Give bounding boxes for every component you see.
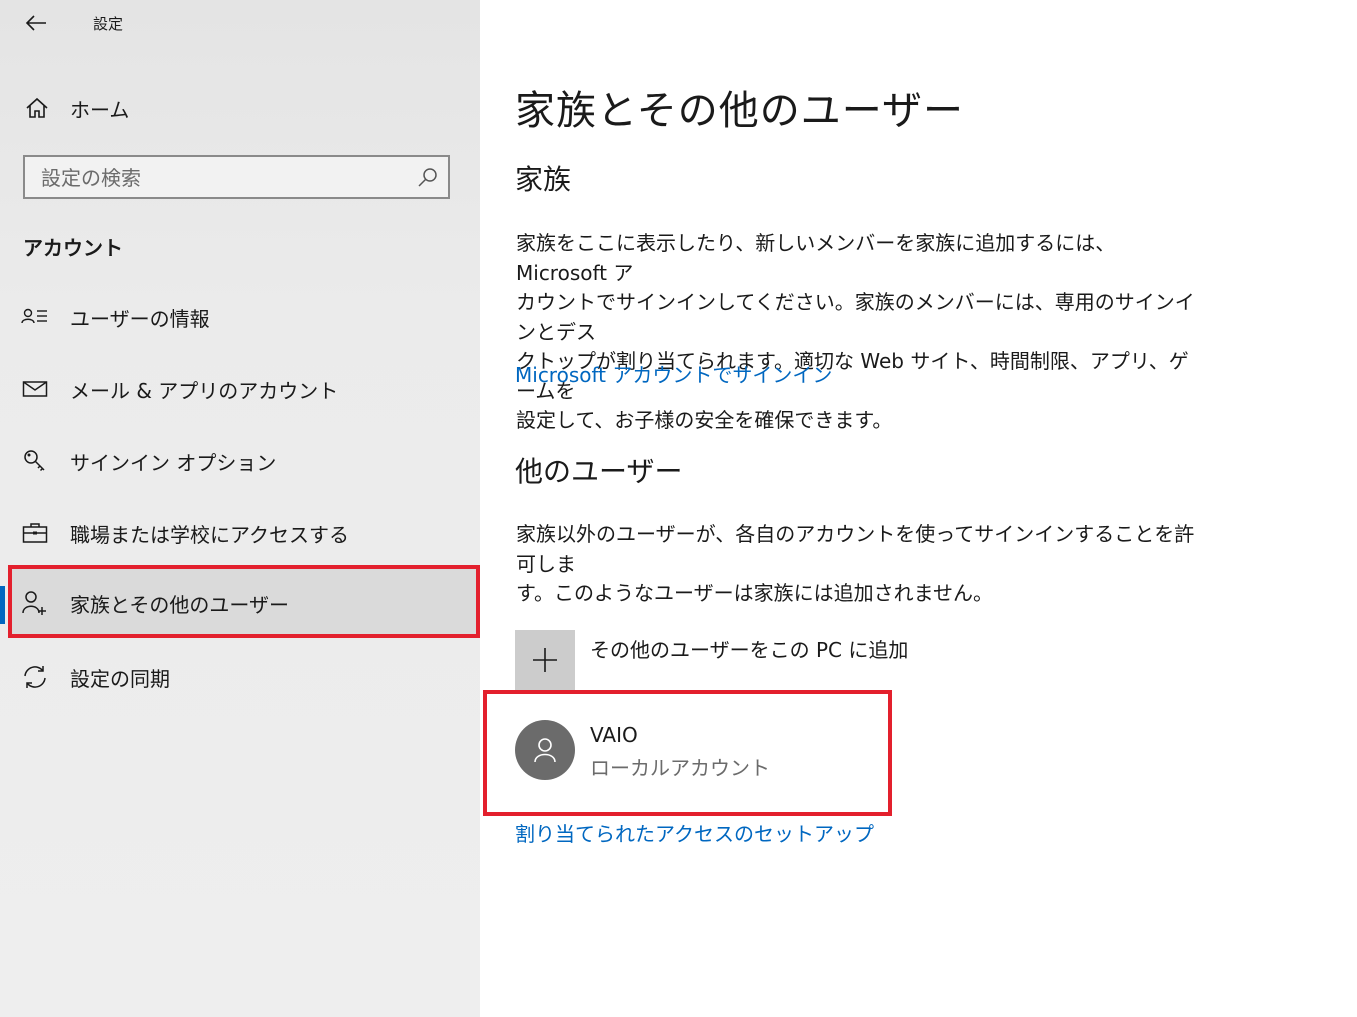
sidebar-item-label: 設定の同期 (70, 666, 170, 691)
back-button[interactable] (20, 8, 52, 38)
home-label: ホーム (70, 97, 130, 122)
sidebar-item-work-school[interactable]: 職場または学校にアクセスする (8, 499, 480, 567)
family-description-line: 設定して、お子様の安全を確保できます。 (516, 408, 893, 432)
home-icon (22, 93, 52, 123)
search-box[interactable] (23, 155, 450, 199)
home-nav-item[interactable]: ホーム (22, 90, 462, 126)
key-icon (20, 446, 50, 476)
briefcase-icon (20, 518, 50, 548)
sidebar-item-label: 家族とその他のユーザー (70, 592, 289, 617)
user-info-icon (20, 302, 50, 332)
app-title: 設定 (93, 15, 124, 33)
other-users-description-line: す。このようなユーザーは家族には追加されません。 (516, 581, 993, 605)
section-heading-account: アカウント (23, 236, 123, 260)
search-icon[interactable] (416, 165, 440, 189)
family-description-line: カウントでサインインしてください。家族のメンバーには、専用のサインインとデス (516, 290, 1195, 344)
sidebar-item-email-accounts[interactable]: メール & アプリのアカウント (8, 355, 480, 423)
assigned-access-link[interactable]: 割り当てられたアクセスのセットアップ (515, 818, 874, 847)
person-add-icon (20, 588, 50, 618)
sidebar-item-label: ユーザーの情報 (70, 306, 210, 331)
add-user-label: その他のユーザーをこの PC に追加 (590, 638, 909, 662)
person-icon (534, 738, 556, 763)
sidebar-item-sync[interactable]: 設定の同期 (8, 643, 480, 711)
avatar (515, 720, 575, 780)
sidebar-item-signin-options[interactable]: サインイン オプション (8, 427, 480, 495)
user-account-vaio[interactable]: VAIO ローカルアカウント (515, 705, 875, 805)
sidebar-item-family-users[interactable]: 家族とその他のユーザー (8, 569, 480, 637)
mail-icon (20, 374, 50, 404)
sync-icon (20, 662, 50, 692)
main-content: 家族とその他のユーザー 家族 家族をここに表示したり、新しいメンバーを家族に追加… (480, 0, 1357, 1017)
sidebar-item-label: 職場または学校にアクセスする (70, 522, 349, 547)
selected-indicator (0, 586, 5, 624)
other-users-description-line: 家族以外のユーザーが、各自のアカウントを使ってサインインすることを許可しま (516, 522, 1195, 576)
other-users-description: 家族以外のユーザーが、各自のアカウントを使ってサインインすることを許可しま す。… (516, 520, 1206, 609)
add-other-user-button[interactable]: その他のユーザーをこの PC に追加 (515, 630, 1155, 690)
page-title: 家族とその他のユーザー (515, 88, 964, 134)
family-heading: 家族 (515, 163, 572, 196)
back-arrow-icon (25, 15, 46, 31)
other-users-heading: 他のユーザー (515, 455, 683, 488)
family-description: 家族をここに表示したり、新しいメンバーを家族に追加するには、Microsoft … (516, 229, 1206, 436)
search-input[interactable] (25, 157, 423, 199)
user-name: VAIO (590, 723, 638, 747)
user-account-type: ローカルアカウント (590, 756, 770, 780)
sidebar: 設定 ホーム アカウント ユーザーの情報 (0, 0, 480, 1017)
sidebar-item-user-info[interactable]: ユーザーの情報 (8, 283, 480, 351)
sidebar-item-label: メール & アプリのアカウント (70, 378, 339, 403)
family-description-line: 家族をここに表示したり、新しいメンバーを家族に追加するには、Microsoft … (516, 231, 1116, 285)
sidebar-item-label: サインイン オプション (70, 450, 277, 475)
plus-icon (515, 630, 575, 690)
microsoft-signin-link[interactable]: Microsoft アカウントでサインイン (515, 359, 832, 388)
